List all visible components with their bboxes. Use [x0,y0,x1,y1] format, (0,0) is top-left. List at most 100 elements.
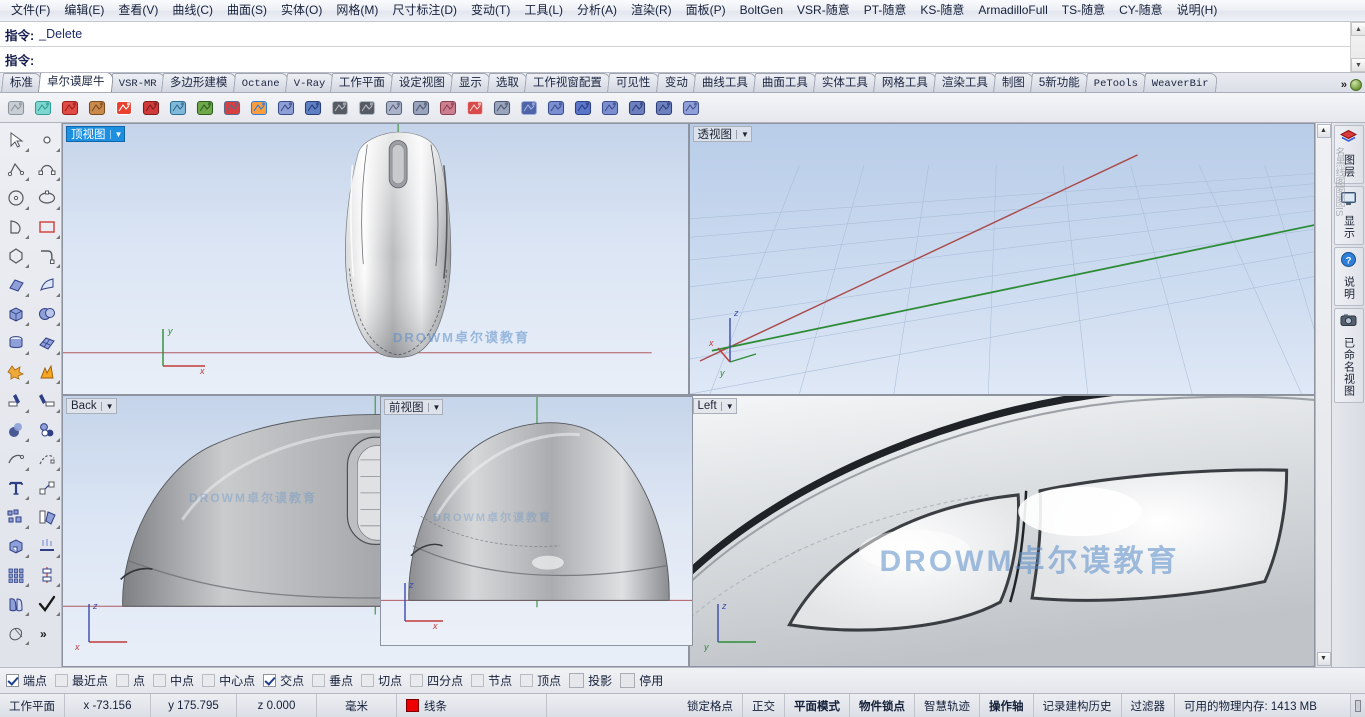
chevron-down-icon[interactable]: ▼ [720,401,734,411]
shade-icon[interactable] [0,618,31,647]
offset-curve-icon[interactable] [0,444,31,473]
fillet-curve-icon[interactable] [31,241,62,270]
menu-item-8[interactable]: 变动(T) [464,1,517,20]
flyout-corner-icon[interactable] [25,293,29,297]
menu-item-0[interactable]: 文件(F) [4,1,57,20]
osnap-item-5[interactable]: 交点 [263,672,310,689]
flyout-corner-icon[interactable] [25,496,29,500]
status-toggle-7[interactable]: 过滤器 [1122,694,1175,717]
flyout-corner-icon[interactable] [25,612,29,616]
array-grid-icon[interactable] [0,560,31,589]
menu-item-11[interactable]: 渲染(R) [624,1,679,20]
curve-blend-icon[interactable] [3,95,29,121]
toolbar-tab-0[interactable]: 标准 [1,73,42,92]
osnap-item-8[interactable]: 四分点 [410,672,469,689]
flyout-corner-icon[interactable] [56,612,60,616]
right-panel-tab-1[interactable]: 显示 [1333,186,1364,245]
scatter-points-icon[interactable] [597,95,623,121]
surface-curve-icon[interactable] [273,95,299,121]
toolbar-tab-10[interactable]: 工作视窗配置 [524,73,612,92]
toolbar-tab-14[interactable]: 曲面工具 [752,73,817,92]
viewport-back-label[interactable]: Back ▼ [66,398,117,414]
chevron-down-icon[interactable]: ▼ [736,129,749,139]
status-toggle-2[interactable]: 平面模式 [785,694,850,717]
osnap-checkbox[interactable] [620,673,636,688]
flyout-corner-icon[interactable] [25,525,29,529]
menu-item-20[interactable]: 说明(H) [1170,1,1225,20]
menu-item-18[interactable]: TS-随意 [1055,1,1112,20]
tab-overflow-chevron-icon[interactable]: » [1341,79,1347,91]
flyout-corner-icon[interactable] [56,583,60,587]
menu-item-15[interactable]: PT-随意 [857,1,914,20]
cube-panel-icon[interactable] [678,95,704,121]
diamond-icon[interactable] [570,95,596,121]
viewport-left-label[interactable]: Left ▼ [692,398,737,414]
right-panel-tab-2[interactable]: ? 说明 [1333,247,1364,306]
toolbar-tab-6[interactable]: 工作平面 [330,73,395,92]
viewport-front[interactable]: DROWM卓尔谟教育 z x 前视图 ▼ [380,396,693,646]
toolbar-tab-7[interactable]: 设定视图 [390,73,455,92]
viewport-scroll-strip[interactable]: ▲ ▼ [1315,123,1331,667]
toolbar-tab-18[interactable]: 制图 [992,73,1034,92]
toolbar-tab-17[interactable]: 渲染工具 [932,73,997,92]
menu-item-19[interactable]: CY-随意 [1112,1,1170,20]
status-toggle-5[interactable]: 操作轴 [980,694,1034,717]
toolbar-tab-19[interactable]: 5新功能 [1029,73,1089,92]
osnap-item-9[interactable]: 节点 [471,672,518,689]
osnap-item-12[interactable]: 停用 [620,672,669,689]
array-icon[interactable] [0,502,31,531]
polygon-icon[interactable] [0,241,31,270]
sphere-solid-icon[interactable] [31,299,62,328]
osnap-item-0[interactable]: 端点 [6,672,53,689]
status-units[interactable]: 毫米 [317,694,397,717]
checker-grid-icon[interactable] [327,95,353,121]
mirror-icon[interactable] [31,502,62,531]
flyout-corner-icon[interactable] [56,148,60,152]
flyout-corner-icon[interactable] [56,496,60,500]
rectangle-point-icon[interactable] [408,95,434,121]
flyout-corner-icon[interactable] [25,467,29,471]
split-icon[interactable] [31,386,62,415]
menu-item-17[interactable]: ArmadilloFull [971,1,1054,20]
rainbow-plane-icon[interactable] [246,95,272,121]
arrow-select-icon[interactable] [0,125,31,154]
flyout-corner-icon[interactable] [25,351,29,355]
osnap-checkbox[interactable] [116,674,130,687]
flyout-corner-icon[interactable] [25,438,29,442]
viewport-top-label[interactable]: 顶视图 ▼ [66,126,126,142]
flyout-corner-icon[interactable] [25,554,29,558]
status-layer[interactable]: 线条 [397,694,547,717]
osnap-item-10[interactable]: 顶点 [520,672,567,689]
box-solid-icon[interactable] [0,299,31,328]
osnap-item-2[interactable]: 点 [116,672,151,689]
status-toggle-6[interactable]: 记录建构历史 [1034,694,1122,717]
menu-item-2[interactable]: 查看(V) [111,1,165,20]
toolbar-tab-1[interactable]: 卓尔谟犀牛 [37,73,114,92]
grid-array-icon[interactable] [624,95,650,121]
resize-grip-icon[interactable] [1351,694,1365,717]
chevron-down-icon[interactable]: ▼ [100,401,114,411]
viewport-perspective[interactable]: z x y 透视图 ▼ [688,123,1315,395]
more-icon[interactable]: » [31,618,62,647]
vertical-array-icon[interactable] [31,560,62,589]
flyout-corner-icon[interactable] [25,235,29,239]
right-panel-tab-0[interactable]: 图层 [1333,125,1364,184]
flyout-corner-icon[interactable] [56,264,60,268]
curve-cv-icon[interactable] [31,154,62,183]
command-scrollbar[interactable]: ▲ ▼ [1350,22,1365,72]
gumball-query-icon[interactable] [219,95,245,121]
viewport-front-label[interactable]: 前视图 ▼ [384,399,444,415]
target-circle-icon[interactable] [435,95,461,121]
osnap-checkbox[interactable] [6,674,19,687]
polyline-icon[interactable] [0,154,31,183]
menu-item-10[interactable]: 分析(A) [570,1,624,20]
flyout-corner-icon[interactable] [56,351,60,355]
flat-surface-icon[interactable] [381,95,407,121]
menu-item-14[interactable]: VSR-随意 [790,1,857,20]
toolbar-tab-11[interactable]: 可见性 [607,73,660,92]
flyout-corner-icon[interactable] [56,525,60,529]
flyout-corner-icon[interactable] [25,641,29,645]
link-chain-icon[interactable] [138,95,164,121]
sphere-texture-icon[interactable] [84,95,110,121]
picture-frame-icon[interactable] [192,95,218,121]
